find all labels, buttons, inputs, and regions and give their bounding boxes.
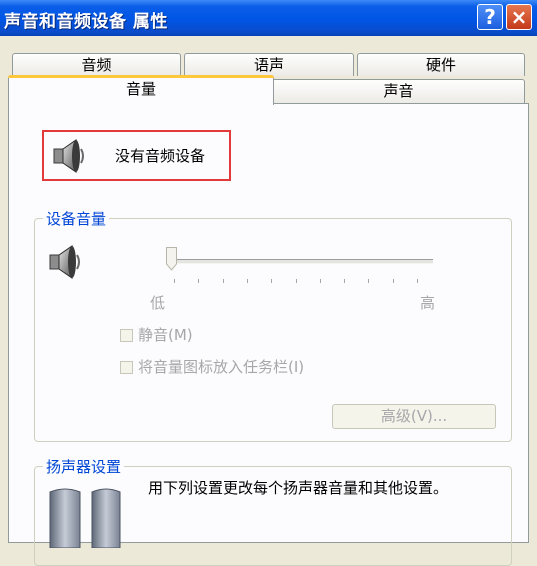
tab-sounds[interactable]: 声音 (272, 79, 525, 103)
device-status-label: 没有音频设备 (115, 147, 206, 165)
volume-slider-track[interactable] (171, 259, 433, 264)
device-volume-group: 设备音量 低 高 静音(M) 将音量图标放入任务栏(I) 高级(V)... (34, 208, 512, 442)
help-button[interactable]: ? (477, 4, 503, 30)
slider-tick (174, 279, 175, 283)
volume-high-label: 高 (420, 294, 436, 312)
device-info: 没有音频设备 (42, 130, 231, 181)
device-volume-title: 设备音量 (43, 208, 110, 229)
slider-tick (198, 279, 200, 283)
window-title: 声音和音频设备 属性 (4, 12, 168, 32)
slider-tick (344, 279, 346, 283)
volume-slider-thumb[interactable] (166, 247, 177, 271)
tray-icon-label: 将音量图标放入任务栏(I) (138, 358, 305, 376)
slider-tick (295, 279, 297, 283)
tab-hardware[interactable]: 硬件 (357, 53, 525, 76)
tab-audio[interactable]: 音频 (12, 53, 181, 76)
mute-checkbox[interactable]: 静音(M) (120, 324, 193, 345)
slider-tick (222, 279, 224, 283)
slider-tick (368, 279, 370, 283)
advanced-button[interactable]: 高级(V)... (332, 404, 496, 429)
tray-icon-checkbox[interactable]: 将音量图标放入任务栏(I) (120, 356, 304, 377)
close-button[interactable]: × (506, 4, 532, 30)
speaker-icon (49, 245, 80, 279)
slider-tick (417, 279, 418, 283)
speaker-right-icon (91, 488, 121, 548)
slider-tick (271, 279, 273, 283)
checkbox-box[interactable] (120, 329, 133, 342)
speaker-settings-title: 扬声器设置 (43, 456, 125, 477)
tab-voice[interactable]: 语声 (184, 53, 354, 76)
slider-tick (246, 279, 248, 283)
checkbox-box[interactable] (120, 361, 133, 374)
speaker-settings-group: 扬声器设置 用下列设置更改每个扬声器音量和其他设置。 (34, 456, 512, 566)
slider-tick (392, 279, 394, 283)
speaker-settings-description: 用下列设置更改每个扬声器音量和其他设置。 (148, 479, 449, 497)
tab-panel-volume: 没有音频设备 设备音量 低 高 静音(M) 将音量图标放入任务栏(I) 高级(V… (8, 103, 529, 566)
speaker-left-icon (49, 488, 81, 548)
tab-volume[interactable]: 音量 (8, 75, 274, 105)
title-bar: 声音和音频设备 属性 ? × (0, 0, 537, 36)
volume-low-label: 低 (150, 294, 166, 312)
speaker-icon (53, 139, 84, 173)
mute-label: 静音(M) (138, 326, 193, 344)
slider-tick (319, 279, 321, 283)
